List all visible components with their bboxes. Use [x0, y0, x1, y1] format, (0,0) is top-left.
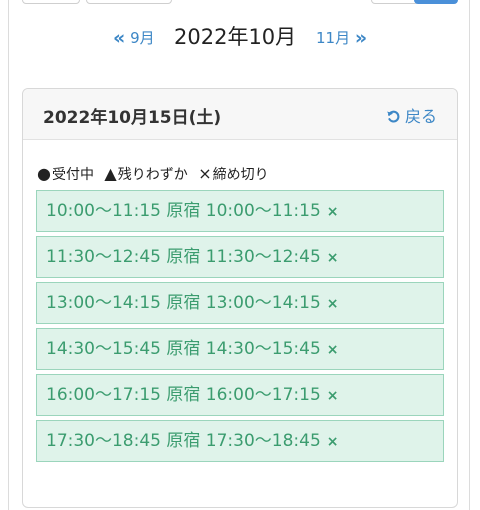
top-button-1[interactable] [22, 0, 80, 4]
time-slot[interactable]: 16:00〜17:15 原宿 16:00〜17:15 × [36, 374, 444, 416]
day-card: 2022年10月15日(土) 戻る ●受付中 ▲残りわずか ×締め切り 10:0… [22, 88, 458, 508]
time-slot-label: 16:00〜17:15 原宿 16:00〜17:15 [46, 385, 321, 405]
availability-legend: ●受付中 ▲残りわずか ×締め切り [37, 164, 275, 184]
time-slot-label: 17:30〜18:45 原宿 17:30〜18:45 [46, 431, 321, 451]
legend-label: 受付中 [51, 167, 94, 183]
closed-status-icon: × [326, 434, 339, 450]
time-slot[interactable]: 11:30〜12:45 原宿 11:30〜12:45 × [36, 236, 444, 278]
back-button[interactable]: 戻る [386, 103, 437, 127]
time-slot[interactable]: 17:30〜18:45 原宿 17:30〜18:45 × [36, 420, 444, 462]
next-month-label: 11月 [316, 29, 351, 47]
top-button-3[interactable] [371, 0, 419, 4]
next-month-link[interactable]: 11月 » [316, 26, 368, 49]
time-slot-label: 14:30〜15:45 原宿 14:30〜15:45 [46, 339, 321, 359]
time-slot-label: 10:00〜11:15 原宿 10:00〜11:15 [46, 201, 321, 221]
double-chevron-right-icon: » [354, 27, 368, 49]
time-slot[interactable]: 10:00〜11:15 原宿 10:00〜11:15 × [36, 190, 444, 232]
closed-status-icon: × [326, 388, 339, 404]
top-button-primary[interactable] [414, 0, 458, 4]
closed-status-icon: × [326, 204, 339, 220]
legend-item-closed: ×締め切り [198, 164, 269, 183]
circle-icon: ● [37, 164, 51, 183]
time-slot-label: 11:30〜12:45 原宿 11:30〜12:45 [46, 247, 321, 267]
legend-label: 締め切り [212, 167, 269, 183]
cross-icon: × [198, 164, 212, 183]
legend-label: 残りわずか [117, 167, 188, 183]
double-chevron-left-icon: « [113, 27, 126, 49]
time-slot[interactable]: 13:00〜14:15 原宿 13:00〜14:15 × [36, 282, 444, 324]
closed-status-icon: × [326, 250, 339, 266]
month-navigation: « 9月 2022年10月 11月 » [0, 20, 480, 50]
closed-status-icon: × [326, 342, 339, 358]
time-slot-label: 13:00〜14:15 原宿 13:00〜14:15 [46, 293, 321, 313]
triangle-icon: ▲ [104, 164, 117, 183]
prev-month-link[interactable]: « 9月 [113, 26, 155, 49]
legend-item-open: ●受付中 [37, 164, 94, 183]
closed-status-icon: × [326, 296, 339, 312]
prev-month-label: 9月 [130, 29, 155, 47]
legend-item-few-left: ▲残りわずか [104, 164, 188, 183]
undo-icon [387, 110, 400, 123]
selected-date-title: 2022年10月15日(土) [43, 108, 222, 128]
time-slot[interactable]: 14:30〜15:45 原宿 14:30〜15:45 × [36, 328, 444, 370]
current-month-title: 2022年10月 [174, 25, 297, 49]
top-button-2[interactable] [86, 0, 172, 4]
back-label: 戻る [404, 107, 437, 126]
day-card-header: 2022年10月15日(土) 戻る [23, 89, 457, 140]
